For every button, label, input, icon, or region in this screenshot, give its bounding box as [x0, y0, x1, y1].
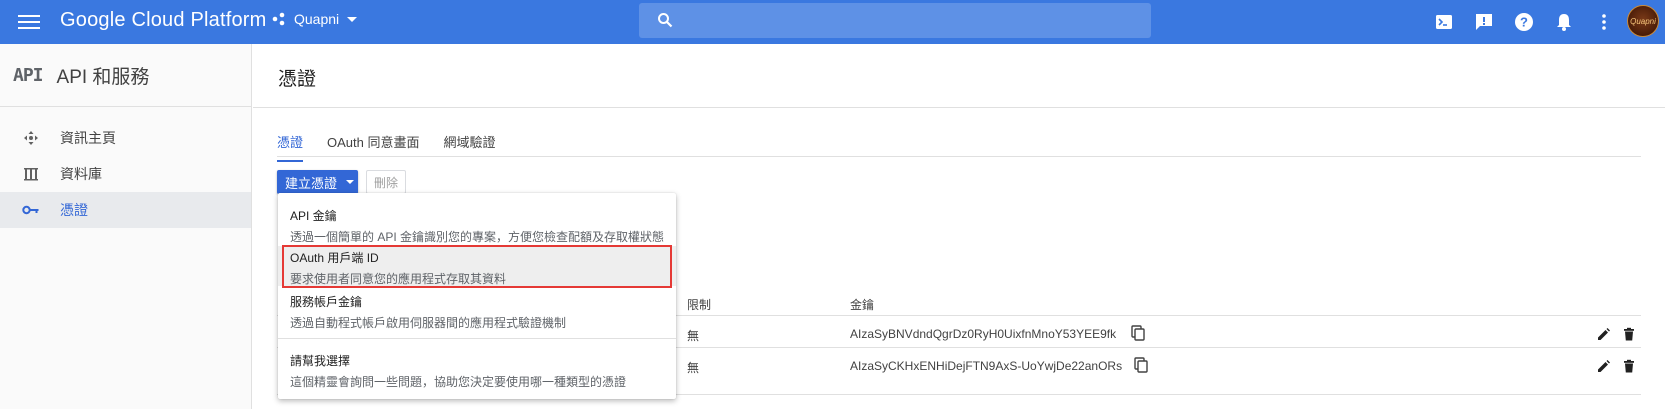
more-vert-icon[interactable]: [1593, 11, 1615, 33]
menu-item-title: 請幫我選擇: [290, 354, 351, 368]
sidebar-item-label: 資料庫: [60, 166, 102, 182]
main-menu-icon[interactable]: [18, 12, 40, 32]
menu-item-title: API 金鑰: [290, 209, 337, 223]
app-title[interactable]: Google Cloud Platform: [60, 9, 267, 32]
create-credentials-menu: API 金鑰 透過一個簡單的 API 金鑰識別您的專案，方便您檢查配額及存取權狀…: [278, 193, 676, 399]
divider: [278, 338, 676, 339]
menu-item-title: 服務帳戶金鑰: [290, 295, 363, 309]
copy-icon[interactable]: [1133, 357, 1149, 373]
tab-credentials[interactable]: 憑證: [277, 132, 304, 162]
row-api-key: AIzaSyCKHxENHiDejFTN9AxS-UoYwjDe22anORs: [850, 359, 1123, 373]
tab-domain-verification[interactable]: 網域驗證: [443, 132, 495, 162]
library-icon: [24, 168, 38, 181]
column-header-key[interactable]: 金鑰: [850, 296, 874, 313]
delete-icon[interactable]: [1622, 359, 1636, 373]
copy-icon[interactable]: [1130, 325, 1146, 341]
row-api-key: AIzaSyBNVdndQgrDz0RyH0UixfnMnoY53YEE9fk: [850, 327, 1117, 341]
menu-item-service-account-key[interactable]: 服務帳戶金鑰 透過自動程式帳戶啟用伺服器間的應用程式驗證機制: [278, 293, 676, 331]
chevron-down-icon: [347, 16, 358, 22]
svg-text:?: ?: [1520, 15, 1528, 30]
create-credentials-label: 建立憑證: [285, 175, 338, 191]
menu-item-description: 透過一個簡單的 API 金鑰識別您的專案，方便您檢查配額及存取權狀態: [290, 230, 665, 244]
dashboard-icon: [24, 131, 38, 145]
sidebar-item-dashboard[interactable]: 資訊主頁: [0, 120, 251, 156]
highlight-annotation-box: [282, 245, 672, 288]
edit-icon[interactable]: [1597, 359, 1611, 373]
delete-icon[interactable]: [1622, 327, 1636, 341]
column-header-restriction[interactable]: 限制: [687, 296, 711, 313]
feedback-icon[interactable]: [1473, 11, 1495, 33]
cloud-shell-icon[interactable]: [1433, 11, 1455, 33]
sidebar-item-credentials[interactable]: 憑證: [0, 192, 251, 228]
account-avatar[interactable]: Quapni: [1627, 5, 1659, 37]
tab-oauth-consent[interactable]: OAuth 同意畫面: [327, 132, 419, 162]
project-selector[interactable]: Quapni: [271, 11, 358, 27]
row-restriction: 無: [687, 329, 700, 343]
menu-item-description: 透過自動程式帳戶啟用伺服器間的應用程式驗證機制: [290, 316, 567, 330]
page-title: 憑證: [278, 69, 317, 90]
sidebar-item-label: 資訊主頁: [60, 130, 116, 146]
help-icon[interactable]: ?: [1513, 11, 1535, 33]
sidebar-title: API 和服務: [56, 66, 150, 88]
row-restriction: 無: [687, 361, 700, 375]
menu-item-help-me-choose[interactable]: 請幫我選擇 這個精靈會詢問一些問題，協助您決定要使用哪一種類型的憑證: [278, 352, 676, 390]
edit-icon[interactable]: [1597, 327, 1611, 341]
menu-item-description: 這個精靈會詢問一些問題，協助您決定要使用哪一種類型的憑證: [290, 375, 627, 389]
chevron-down-icon: [346, 180, 355, 184]
notifications-icon[interactable]: [1553, 11, 1575, 33]
key-icon: [22, 205, 39, 215]
search-input[interactable]: [639, 3, 1151, 38]
project-dots-icon: [272, 12, 285, 26]
sidebar-item-label: 憑證: [60, 202, 88, 218]
sidebar: API API 和服務 資訊主頁 資料庫 憑證: [0, 44, 252, 409]
avatar-text: Quapni: [1630, 16, 1656, 26]
sidebar-item-library[interactable]: 資料庫: [0, 156, 251, 192]
api-logo: API: [13, 64, 43, 86]
search-icon: [658, 13, 673, 28]
divider: [253, 107, 1665, 108]
create-credentials-button[interactable]: 建立憑證: [277, 170, 358, 194]
project-name: Quapni: [294, 11, 340, 27]
sidebar-header: API API 和服務: [0, 44, 251, 107]
menu-item-api-key[interactable]: API 金鑰 透過一個簡單的 API 金鑰識別您的專案，方便您檢查配額及存取權狀…: [278, 207, 676, 245]
top-app-bar: Google Cloud Platform Quapni ? Quapni: [0, 0, 1665, 44]
delete-button[interactable]: 刪除: [366, 170, 406, 194]
divider: [277, 156, 1641, 157]
tab-bar: 憑證 OAuth 同意畫面 網域驗證: [277, 132, 520, 162]
